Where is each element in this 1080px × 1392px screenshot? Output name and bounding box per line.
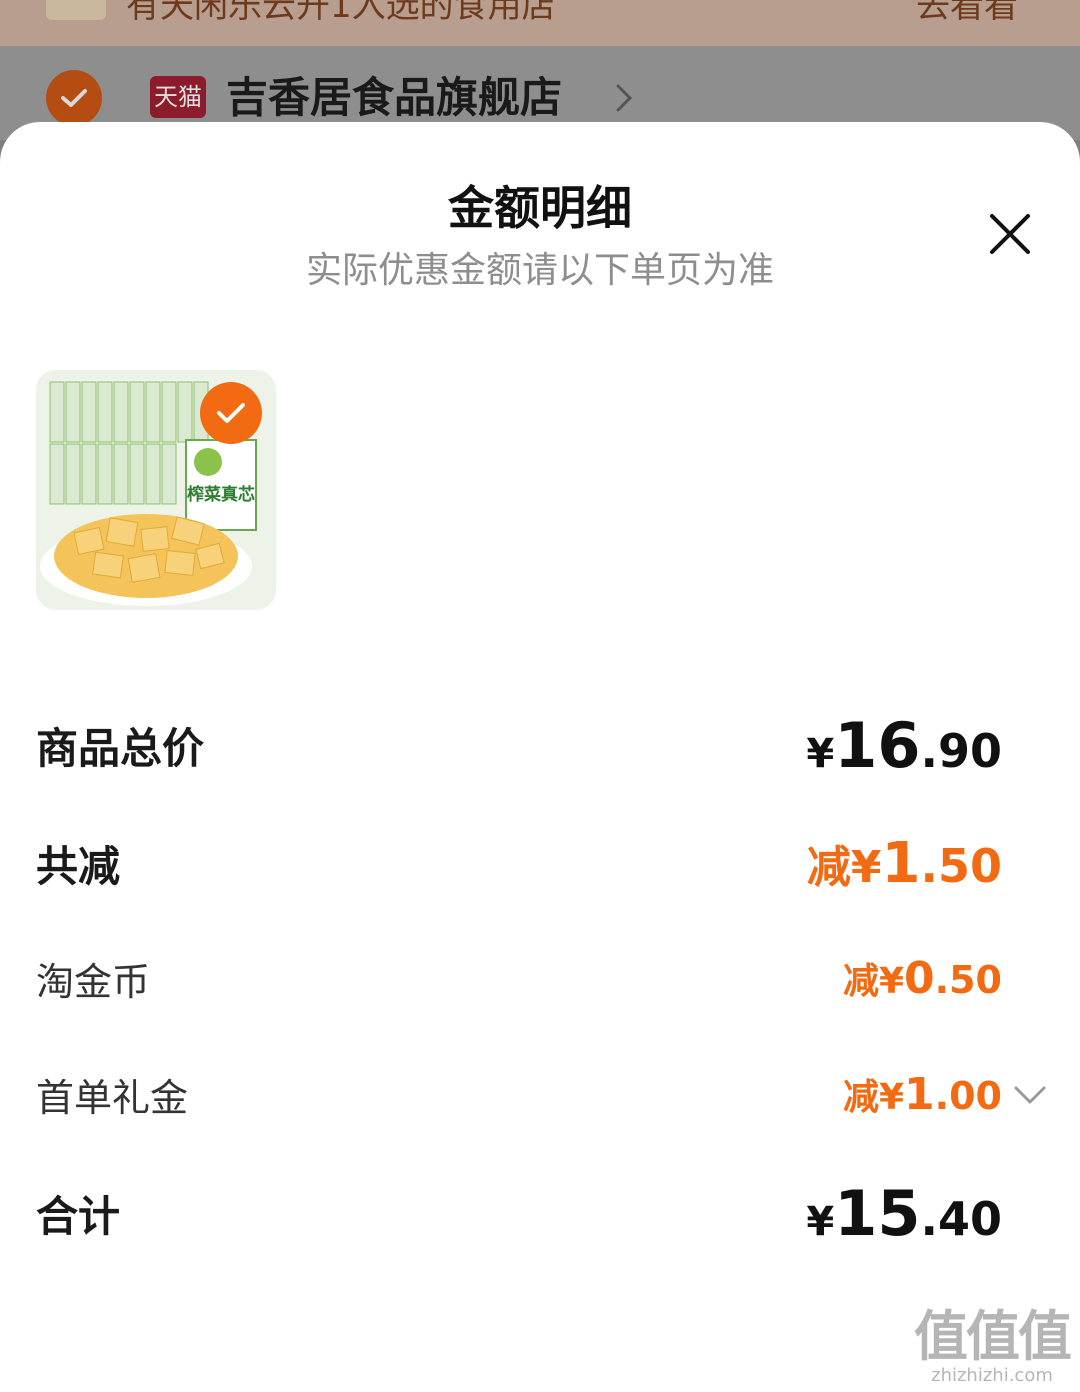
chevron-right-icon (616, 84, 633, 112)
banner-icon (46, 0, 106, 20)
first-order-gift-value: 减¥ 1.00 (842, 1069, 1002, 1120)
watermark: 值值值 zhizhizhi.com (914, 1305, 1072, 1386)
background-banner: 有天闲乐云开1入选的食用店 去看看 (0, 0, 1080, 46)
taojinbi-row: 淘金币 减¥ 0.50 (36, 948, 1002, 1008)
product-selected-check-icon[interactable] (200, 382, 262, 444)
sheet-subtitle: 实际优惠金额请以下单页为准 (305, 250, 774, 291)
sum-row: 合计 ¥15.40 (36, 1176, 1002, 1250)
tmall-logo: 天猫 (150, 76, 206, 118)
first-order-gift-row[interactable]: 首单礼金 减¥ 1.00 (36, 1064, 1002, 1124)
background-page: 有天闲乐云开1入选的食用店 去看看 天猫 吉香居食品旗舰店 (0, 0, 1080, 140)
watermark-logo: 值值值 (914, 1305, 1072, 1368)
total-price-row: 商品总价 ¥16.90 (36, 708, 1002, 782)
taojinbi-label: 淘金币 (36, 959, 151, 1004)
banner-text: 有天闲乐云开1入选的食用店 (126, 0, 556, 26)
first-order-gift-label: 首单礼金 (36, 1075, 189, 1120)
product-image-text: 榨菜真芯 (186, 484, 255, 505)
taojinbi-value: 减¥ 0.50 (842, 953, 1002, 1004)
close-icon[interactable] (982, 206, 1038, 262)
sum-label: 合计 (36, 1191, 121, 1241)
banner-link: 去看看 (916, 0, 1018, 26)
sheet-title: 金额明细 (448, 181, 632, 235)
total-price-value: ¥16.90 (806, 708, 1002, 782)
total-discount-value: 减¥ 1.50 (806, 830, 1002, 896)
store-check-icon (46, 70, 102, 126)
total-discount-label: 共减 (36, 841, 121, 891)
sum-value: ¥15.40 (806, 1176, 1002, 1250)
total-discount-row: 共减 减¥ 1.50 (36, 828, 1002, 898)
amount-detail-sheet: 金额明细 实际优惠金额请以下单页为准 榨菜真芯 商品总价 ¥ 16 .90 共减… (0, 122, 1080, 1392)
watermark-url: zhizhizhi.com (931, 1365, 1053, 1386)
store-name: 吉香居食品旗舰店 (226, 73, 563, 122)
total-price-label: 商品总价 (36, 723, 205, 773)
chevron-down-icon[interactable] (1012, 1084, 1048, 1106)
